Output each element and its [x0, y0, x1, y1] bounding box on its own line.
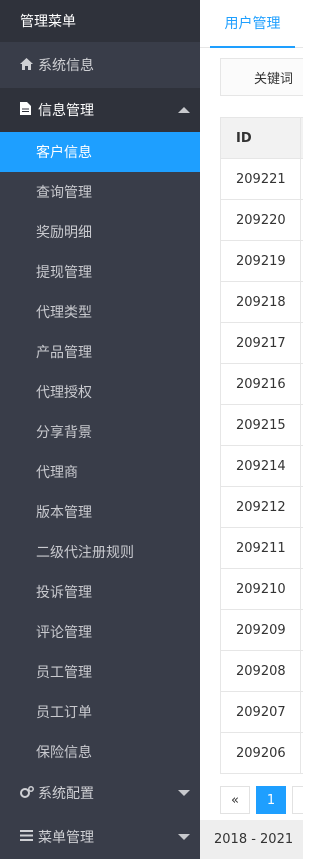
pagination: « 1 2 — [220, 786, 303, 814]
nav-group-system-config[interactable]: 系统配置 — [0, 772, 200, 814]
home-icon — [20, 57, 34, 73]
sidebar-item[interactable]: 版本管理 — [0, 492, 200, 532]
cell-id: 209208 — [236, 663, 286, 679]
table-row[interactable]: 209218 — [220, 282, 303, 323]
cell-id: 209219 — [236, 253, 286, 269]
table-row[interactable]: 209219 — [220, 241, 303, 282]
document-icon — [20, 102, 34, 118]
table-row[interactable]: 209217 — [220, 323, 303, 364]
page-1-button[interactable]: 1 — [256, 786, 286, 814]
sidebar-item[interactable]: 提现管理 — [0, 252, 200, 292]
sidebar-item[interactable]: 二级代注册规则 — [0, 532, 200, 572]
prev-page-button[interactable]: « — [220, 786, 250, 814]
cell-id: 209221 — [236, 171, 286, 187]
caret-down-icon — [178, 834, 190, 840]
cell-id: 209210 — [236, 581, 286, 597]
cell-id: 209209 — [236, 622, 286, 638]
nav-group-label: 信息管理 — [38, 103, 94, 119]
sidebar-item[interactable]: 员工管理 — [0, 652, 200, 692]
sidebar-item[interactable]: 产品管理 — [0, 332, 200, 372]
tab-bar: 用户管理 — [200, 0, 303, 48]
tab-user-management[interactable]: 用户管理 — [210, 0, 295, 48]
cell-id: 209207 — [236, 704, 286, 720]
sidebar-item[interactable]: 投诉管理 — [0, 572, 200, 612]
sidebar-item[interactable]: 分享背景 — [0, 412, 200, 452]
gears-icon — [20, 785, 34, 801]
table-row[interactable]: 209216 — [220, 364, 303, 405]
nav-group-info-management[interactable]: 信息管理 — [0, 88, 200, 132]
table-row[interactable]: 209207 — [220, 692, 303, 733]
nav-group-system-info[interactable]: 系统信息 — [0, 42, 200, 88]
table-row[interactable]: 209211 — [220, 528, 303, 569]
caret-down-icon — [178, 790, 190, 796]
data-table: ID 209221 209220 209219 209218 209217 209216 2… — [220, 117, 303, 774]
sidebar-item[interactable]: 代理类型 — [0, 292, 200, 332]
cell-id: 209218 — [236, 294, 286, 310]
table-row[interactable]: 209212 — [220, 487, 303, 528]
table-row[interactable]: 209214 — [220, 446, 303, 487]
nav-group-label: 菜单管理 — [38, 830, 94, 846]
sidebar-item[interactable]: 代理商 — [0, 452, 200, 492]
sidebar-item[interactable]: 代理授权 — [0, 372, 200, 412]
table-row[interactable]: 209221 — [220, 159, 303, 200]
table-body: 209221 209220 209219 209218 209217 209216 2092… — [220, 159, 303, 774]
sidebar-item[interactable]: 员工订单 — [0, 692, 200, 732]
table-row[interactable]: 209209 — [220, 610, 303, 651]
main-content: 用户管理 关键词 ID 209221 209220 209219 209218 2092… — [200, 0, 303, 859]
nav-group-label: 系统信息 — [38, 58, 94, 74]
sidebar-item[interactable]: 奖励明细 — [0, 212, 200, 252]
page-2-button[interactable]: 2 — [292, 786, 303, 814]
cell-id: 209212 — [236, 499, 286, 515]
nav-group-menu-management[interactable]: 菜单管理 — [0, 814, 200, 860]
sidebar-item[interactable]: 保险信息 — [0, 732, 200, 772]
table-row[interactable]: 209215 — [220, 405, 303, 446]
cell-id: 209217 — [236, 335, 286, 351]
cell-id: 209214 — [236, 458, 286, 474]
hamburger-icon — [20, 830, 34, 844]
cell-id: 209216 — [236, 376, 286, 392]
cell-id: 209211 — [236, 540, 286, 556]
cell-id: 209215 — [236, 417, 286, 433]
sidebar-item[interactable]: 查询管理 — [0, 172, 200, 212]
table-row[interactable]: 209220 — [220, 200, 303, 241]
sidebar: 管理菜单 系统信息 信息管理 客户信息 查询管理 奖励明细 提现管理 代理类型 产品管理代… — [0, 0, 200, 859]
cell-id: 209206 — [236, 745, 286, 761]
sidebar-item[interactable]: 客户信息 — [0, 132, 200, 172]
footer-copyright: 2018 - 2021 — [200, 820, 303, 859]
nav-group-label: 系统配置 — [38, 786, 94, 802]
cell-id: 209220 — [236, 212, 286, 228]
keyword-search-label[interactable]: 关键词 — [220, 58, 303, 96]
table-row[interactable]: 209210 — [220, 569, 303, 610]
table-row[interactable]: 209208 — [220, 651, 303, 692]
column-divider — [300, 118, 301, 774]
table-row[interactable]: 209206 — [220, 733, 303, 774]
menu-title: 管理菜单 — [0, 0, 200, 42]
column-header-id[interactable]: ID — [220, 118, 303, 159]
submenu: 客户信息 查询管理 奖励明细 提现管理 代理类型 产品管理 代理授权 分享背景 代理商 版本管理二… — [0, 132, 200, 772]
sidebar-item[interactable]: 评论管理 — [0, 612, 200, 652]
caret-up-icon — [178, 107, 190, 113]
